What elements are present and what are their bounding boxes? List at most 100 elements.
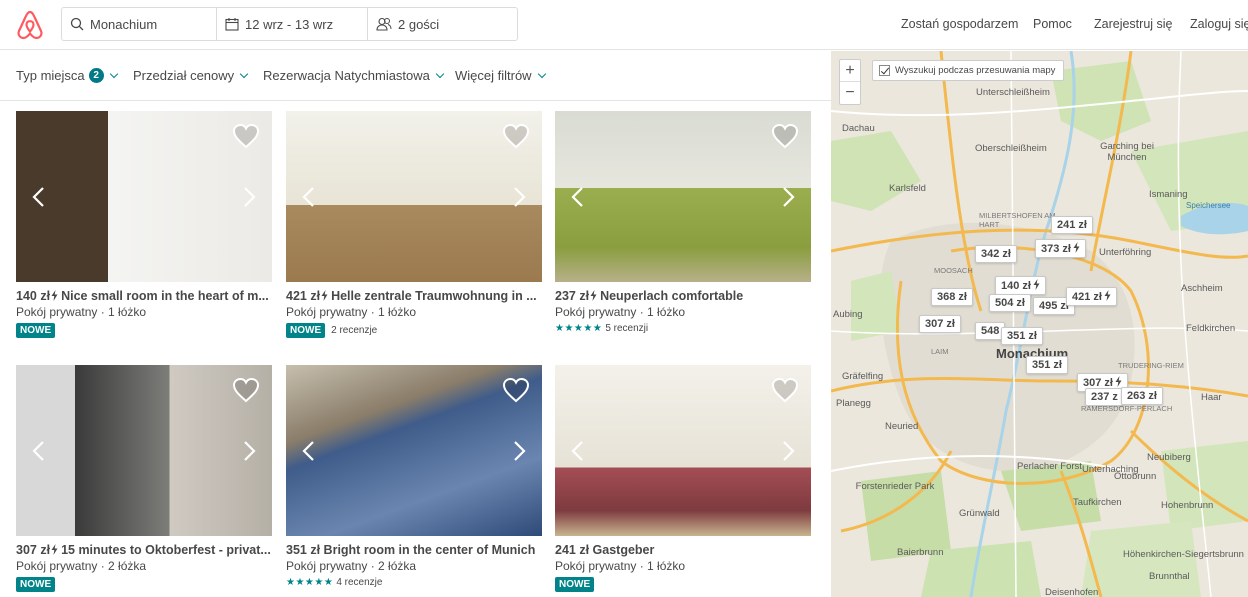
nav-sign-up[interactable]: Zarejestruj się (1094, 17, 1173, 31)
listing-name: Helle zentrale Traumwohnung in ... (331, 289, 537, 303)
chevron-down-icon (109, 69, 118, 78)
listing-card[interactable]: 351 zł Bright room in the center of Muni… (286, 365, 542, 588)
listing-title[interactable]: 421 zł Helle zentrale Traumwohnung in ... (286, 289, 542, 304)
map-price-pin[interactable]: 351 zł (1026, 356, 1068, 374)
listing-photo[interactable] (286, 111, 542, 282)
map-price-pin[interactable]: 241 zł (1051, 216, 1093, 234)
listing-title[interactable]: 307 zł 15 minutes to Oktoberfest - privat… (16, 543, 272, 558)
map-price-pin[interactable]: 421 zł (1066, 287, 1117, 306)
heart-icon[interactable] (502, 123, 530, 154)
listing-photo[interactable] (555, 365, 811, 536)
review-count: 4 recenzje (336, 577, 383, 588)
search-on-move-label: Wyszukuj podczas przesuwania mapy (895, 65, 1056, 76)
map-price-pin[interactable]: 342 zł (975, 245, 1017, 263)
map-price-pin[interactable]: 373 zł (1035, 239, 1086, 258)
listing-title[interactable]: 140 zł Nice small room in the heart of m.… (16, 289, 272, 304)
map-pin-label: 351 zł (1007, 330, 1037, 342)
listing-meta: ★★★★★ 5 recenzji (555, 323, 648, 334)
listing-meta: NOWE 2 recenzje (286, 323, 377, 338)
zoom-out-button[interactable]: − (840, 82, 860, 104)
map-place-label: Forstenrieder Park (855, 481, 935, 492)
map-place-label: Planegg (836, 398, 871, 409)
heart-icon[interactable] (232, 123, 260, 154)
map-place-label: Ismaning (1149, 189, 1188, 200)
listing-price: 237 zł (555, 289, 590, 303)
chevron-right-icon[interactable] (779, 440, 797, 462)
map-price-pin[interactable]: 307 zł (919, 315, 961, 333)
nav-become-host[interactable]: Zostań gospodarzem (901, 17, 1018, 31)
chevron-left-icon[interactable] (300, 186, 318, 208)
search-bar[interactable]: Monachium 12 wrz - 13 wrz 2 gości (61, 7, 518, 41)
listing-room-type: Pokój prywatny · 2 łóżka (16, 559, 147, 573)
map-place-label: Grünwald (959, 508, 1000, 519)
map-price-pin[interactable]: 140 zł (995, 276, 1046, 295)
listing-photo[interactable] (16, 365, 272, 536)
listing-photo[interactable] (16, 111, 272, 282)
instant-book-icon (321, 290, 328, 304)
listing-meta: NOWE (16, 577, 61, 592)
airbnb-logo-icon[interactable] (16, 10, 44, 40)
listing-card[interactable]: 241 zł Gastgeber Pokój prywatny · 1 łóżko… (555, 365, 811, 592)
map-pin-label: 504 zł (995, 297, 1025, 309)
filter-place-type[interactable]: Typ miejsca 2 (16, 68, 118, 83)
listing-price: 241 zł (555, 543, 590, 557)
guests-value: 2 gości (398, 16, 440, 32)
map-price-pin[interactable]: 351 zł (1001, 327, 1043, 345)
nav-help[interactable]: Pomoc (1033, 17, 1072, 31)
filter-bar: Typ miejsca 2 Przedział cenowy Rezerwacj… (0, 51, 831, 101)
chevron-left-icon[interactable] (30, 186, 48, 208)
listing-card[interactable]: 307 zł 15 minutes to Oktoberfest - privat… (16, 365, 272, 592)
checkbox-checked-icon[interactable] (879, 65, 890, 76)
chevron-right-icon[interactable] (510, 440, 528, 462)
filter-instant-book[interactable]: Rezerwacja Natychmiastowa (263, 68, 445, 83)
star-rating-icon: ★★★★★ (555, 323, 603, 334)
map-place-label: LAIM (931, 347, 949, 356)
location-field[interactable]: Monachium (62, 8, 217, 40)
chevron-right-icon[interactable] (779, 186, 797, 208)
chevron-down-icon (537, 69, 546, 78)
heart-icon[interactable] (232, 377, 260, 408)
listing-name: Gastgeber (592, 543, 655, 557)
zoom-in-button[interactable]: + (840, 60, 860, 82)
map[interactable]: + − Wyszukuj podczas przesuwania mapy Un… (831, 51, 1248, 597)
map-price-pin[interactable]: 237 z (1085, 388, 1124, 406)
map-pin-label: 342 zł (981, 248, 1011, 260)
filter-more[interactable]: Więcej filtrów (455, 68, 546, 83)
nav-log-in[interactable]: Zaloguj się (1190, 17, 1248, 31)
chevron-left-icon[interactable] (569, 440, 587, 462)
map-price-pin[interactable]: 504 zł (989, 294, 1031, 312)
listing-name: Neuperlach comfortable (600, 289, 744, 303)
guests-field[interactable]: 2 gości (368, 8, 517, 40)
new-badge: NOWE (286, 323, 326, 338)
map-price-pin[interactable]: 368 zł (931, 288, 973, 306)
listing-room-type: Pokój prywatny · 1 łóżko (286, 305, 417, 319)
listing-card[interactable]: 237 zł Neuperlach comfortable Pokój prywat… (555, 111, 811, 334)
review-count: 5 recenzji (605, 323, 649, 334)
chevron-right-icon[interactable] (240, 186, 258, 208)
filter-price-range[interactable]: Przedział cenowy (133, 68, 249, 83)
chevron-right-icon[interactable] (240, 440, 258, 462)
chevron-left-icon[interactable] (300, 440, 318, 462)
heart-icon[interactable] (771, 123, 799, 154)
map-place-label: Gräfelfing (842, 371, 884, 382)
search-on-move-checkbox[interactable]: Wyszukuj podczas przesuwania mapy (872, 60, 1065, 81)
chevron-right-icon[interactable] (510, 186, 528, 208)
listing-card[interactable]: 140 zł Nice small room in the heart of m.… (16, 111, 272, 338)
heart-icon[interactable] (771, 377, 799, 408)
instant-book-icon (590, 290, 597, 304)
chevron-left-icon[interactable] (30, 440, 48, 462)
listing-title[interactable]: 351 zł Bright room in the center of Muni… (286, 543, 542, 557)
listing-title[interactable]: 241 zł Gastgeber (555, 543, 811, 557)
listing-photo[interactable] (555, 111, 811, 282)
heart-icon[interactable] (502, 377, 530, 408)
map-pin-label: 307 zł (925, 318, 955, 330)
chevron-left-icon[interactable] (569, 186, 587, 208)
map-pin-label: 495 zł (1039, 300, 1069, 312)
listing-photo[interactable] (286, 365, 542, 536)
map-place-label: Hohenbrunn (1161, 500, 1214, 511)
map-price-pin[interactable]: 263 zł (1121, 387, 1163, 405)
listing-title[interactable]: 237 zł Neuperlach comfortable (555, 289, 811, 304)
listing-card[interactable]: 421 zł Helle zentrale Traumwohnung in ...… (286, 111, 542, 338)
map-pin-label: 368 zł (937, 291, 967, 303)
dates-field[interactable]: 12 wrz - 13 wrz (217, 8, 368, 40)
